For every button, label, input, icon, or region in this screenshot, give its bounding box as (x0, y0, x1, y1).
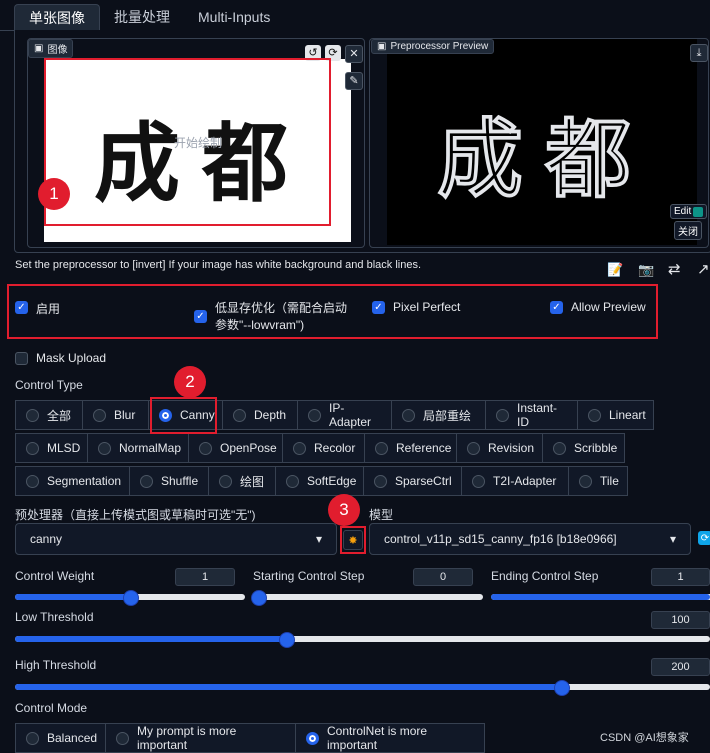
image-icon: ▣ (377, 41, 387, 52)
control-weight-label: Control Weight (15, 569, 95, 583)
control-mode-row: Balanced My prompt is more important Con… (15, 723, 485, 753)
preview-panel: 成都 (369, 38, 709, 248)
control-weight-slider[interactable] (15, 590, 245, 606)
control-type-openpose[interactable]: OpenPose (188, 433, 283, 463)
control-type-ip-adapter[interactable]: IP-Adapter (297, 400, 392, 430)
preprocessor-hint: Set the preprocessor to [invert] If your… (15, 259, 421, 271)
control-type-shuffle[interactable]: Shuffle (129, 466, 209, 496)
annotation-badge-3: 3 (328, 494, 360, 526)
dropdown-icon: ▾ (315, 532, 322, 546)
camera-icon[interactable]: 📷 (638, 262, 654, 278)
notepad-icon[interactable]: 📝 (607, 262, 623, 278)
tab-batch[interactable]: 批量处理 (100, 4, 184, 30)
control-type-row-3: Segmentation Shuffle 绘图 SoftEdge SparseC… (15, 466, 628, 496)
mask-upload-checkbox[interactable]: Mask Upload (15, 351, 106, 365)
starting-step-label: Starting Control Step (253, 569, 365, 583)
annotation-badge-1: 1 (38, 178, 70, 210)
control-type-softedge[interactable]: SoftEdge (275, 466, 364, 496)
preprocessor-label: 预处理器（直接上传模式图或草稿时可选"无") (15, 508, 256, 522)
highlight-image-box (44, 58, 331, 226)
highlight-run-box (340, 526, 366, 554)
control-type-inpaint[interactable]: 局部重绘 (391, 400, 486, 430)
watermark: CSDN @AI想象家 (600, 732, 689, 744)
control-type-segmentation[interactable]: Segmentation (15, 466, 130, 496)
tab-multi-inputs[interactable]: Multi-Inputs (184, 4, 284, 30)
starting-step-input[interactable]: 0 (413, 568, 473, 586)
control-type-sparsectrl[interactable]: SparseCtrl (363, 466, 462, 496)
control-type-revision[interactable]: Revision (456, 433, 543, 463)
resize-icon[interactable]: ↗ (697, 260, 710, 278)
download-icon[interactable]: ⤓ (690, 44, 708, 62)
model-label: 模型 (369, 508, 394, 522)
tab-single-image[interactable]: 单张图像 (14, 4, 100, 31)
control-type-reference[interactable]: Reference (364, 433, 457, 463)
low-threshold-label: Low Threshold (15, 610, 94, 624)
control-type-blur[interactable]: Blur (82, 400, 149, 430)
preview-label: ▣ Preprocessor Preview (371, 39, 495, 54)
refresh-models-icon[interactable]: ⟳ (698, 531, 710, 545)
low-threshold-slider[interactable] (15, 632, 710, 648)
image-icon: ▣ (34, 43, 44, 54)
control-type-tile[interactable]: Tile (568, 466, 628, 496)
control-type-row-1: 全部 Blur Canny Depth IP-Adapter 局部重绘 Inst… (15, 400, 654, 430)
swap-icon[interactable]: ⇄ (668, 260, 681, 278)
ending-step-label: Ending Control Step (491, 569, 599, 583)
highlight-options-box (7, 284, 658, 339)
control-mode-balanced[interactable]: Balanced (15, 723, 106, 753)
high-threshold-label: High Threshold (15, 658, 97, 672)
dropdown-icon: ▾ (669, 532, 676, 546)
control-mode-title: Control Mode (15, 701, 88, 715)
close-icon[interactable]: ✕ (345, 45, 363, 63)
starting-step-slider[interactable] (251, 590, 483, 606)
control-type-title: Control Type (15, 378, 83, 392)
control-type-recolor[interactable]: Recolor (282, 433, 365, 463)
ending-step-slider[interactable] (491, 594, 710, 600)
preview-canvas: 成都 (387, 39, 697, 245)
control-type-instant-id[interactable]: Instant-ID (485, 400, 578, 430)
control-type-all[interactable]: 全部 (15, 400, 83, 430)
control-weight-input[interactable]: 1 (175, 568, 235, 586)
preview-calligraphy: 成都 (437, 109, 653, 211)
control-type-draw[interactable]: 绘图 (208, 466, 276, 496)
control-mode-prompt[interactable]: My prompt is more important (105, 723, 296, 753)
low-threshold-input[interactable]: 100 (651, 611, 710, 629)
high-threshold-slider[interactable] (15, 680, 710, 696)
control-type-scribble[interactable]: Scribble (542, 433, 625, 463)
annotation-badge-2: 2 (174, 366, 206, 398)
model-select[interactable]: control_v11p_sd15_canny_fp16 [b18e0966] ▾ (369, 523, 691, 555)
high-threshold-input[interactable]: 200 (651, 658, 710, 676)
control-mode-controlnet[interactable]: ControlNet is more important (295, 723, 485, 753)
control-type-lineart[interactable]: Lineart (577, 400, 654, 430)
highlight-canny-box (150, 397, 217, 434)
control-type-normalmap[interactable]: NormalMap (87, 433, 189, 463)
control-type-t2i-adapter[interactable]: T2I-Adapter (461, 466, 569, 496)
control-type-depth[interactable]: Depth (222, 400, 298, 430)
control-type-row-2: MLSD NormalMap OpenPose Recolor Referenc… (15, 433, 625, 463)
edit-button[interactable]: Edit (670, 204, 708, 219)
brush-icon[interactable]: ✎ (345, 72, 363, 90)
close-preview-button[interactable]: 关闭 (674, 221, 702, 240)
ending-step-input[interactable]: 1 (651, 568, 710, 586)
edit-icon (693, 206, 704, 217)
preprocessor-select[interactable]: canny ▾ (15, 523, 337, 555)
control-type-mlsd[interactable]: MLSD (15, 433, 88, 463)
image-label: ▣ 图像 (28, 39, 74, 58)
